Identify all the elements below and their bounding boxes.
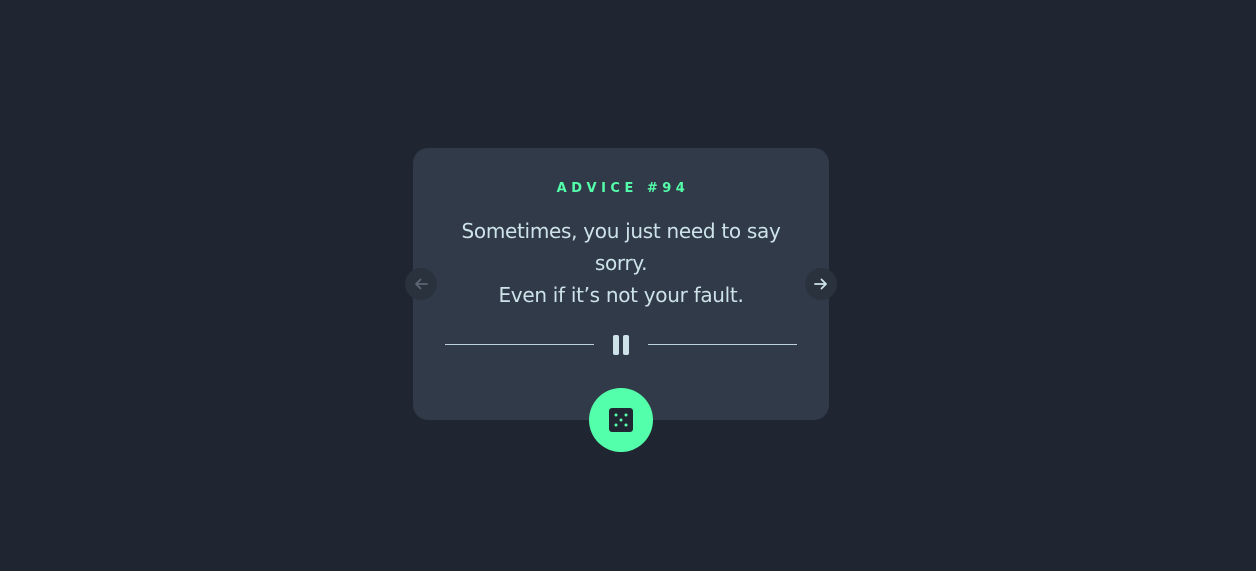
advice-quote-line-2: Even if it’s not your fault.: [498, 283, 744, 307]
arrow-right-icon: [814, 278, 827, 290]
arrow-left-icon: [415, 278, 428, 290]
dice-button[interactable]: [589, 388, 653, 452]
dice-icon: [609, 408, 633, 432]
pause-icon[interactable]: [613, 335, 629, 355]
divider-line-left: [445, 344, 594, 345]
advice-card: ADVICE #94 Sometimes, you just need to s…: [413, 148, 829, 420]
advice-quote-line-1: Sometimes, you just need to say sorry.: [461, 219, 781, 275]
previous-advice-button[interactable]: [405, 268, 437, 300]
next-advice-button[interactable]: [805, 268, 837, 300]
divider-line-right: [648, 344, 797, 345]
advice-quote: Sometimes, you just need to say sorry. E…: [433, 215, 809, 311]
advice-number-label: ADVICE #94: [556, 181, 690, 196]
